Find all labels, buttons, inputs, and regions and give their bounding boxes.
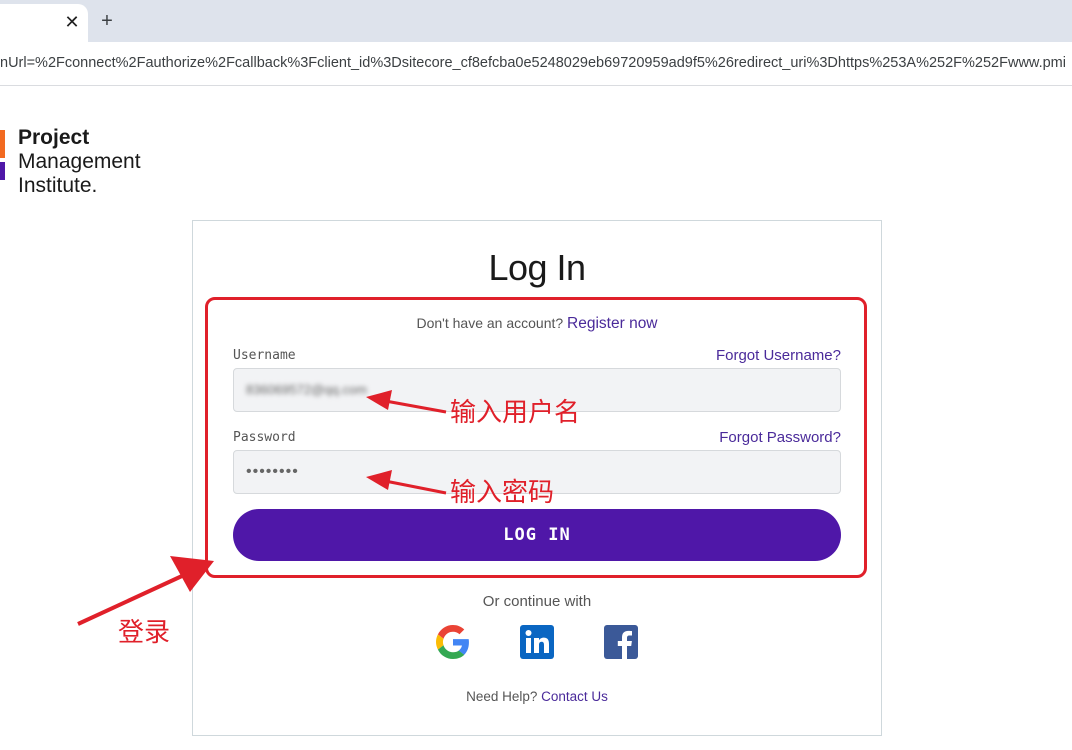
linkedin-icon[interactable] bbox=[520, 625, 554, 659]
address-url[interactable]: nUrl=%2Fconnect%2Fauthorize%2Fcallback%3… bbox=[0, 55, 1072, 71]
logo-text-institute: Institute. bbox=[18, 174, 98, 197]
logo-text-management: Management bbox=[18, 150, 141, 173]
annotation-login-hint: 登录 bbox=[118, 618, 171, 648]
annotation-highlight-box bbox=[205, 297, 867, 578]
contact-us-link[interactable]: Contact Us bbox=[541, 689, 608, 704]
address-bar[interactable]: nUrl=%2Fconnect%2Fauthorize%2Fcallback%3… bbox=[0, 42, 1072, 86]
browser-tab-strip: ✕ + bbox=[0, 0, 1072, 42]
continue-with-label: Or continue with bbox=[482, 593, 592, 610]
help-line: Need Help? Contact Us bbox=[193, 689, 881, 704]
logo-text-project: Project bbox=[18, 126, 90, 149]
new-tab-button[interactable]: + bbox=[94, 8, 120, 34]
close-tab-icon[interactable]: ✕ bbox=[60, 10, 84, 34]
pmi-logo[interactable]: Project Management Institute. bbox=[0, 126, 170, 198]
facebook-icon[interactable] bbox=[604, 625, 638, 659]
page-title: Log In bbox=[488, 247, 586, 288]
help-prompt: Need Help? bbox=[466, 689, 538, 704]
logo-mark-icon bbox=[0, 130, 5, 158]
annotation-password-hint: 输入密码 bbox=[450, 478, 555, 508]
annotation-username-hint: 输入用户名 bbox=[450, 398, 581, 428]
google-icon[interactable] bbox=[436, 625, 470, 659]
logo-mark-purple-icon bbox=[0, 162, 5, 180]
browser-tab[interactable]: ✕ bbox=[0, 4, 88, 42]
